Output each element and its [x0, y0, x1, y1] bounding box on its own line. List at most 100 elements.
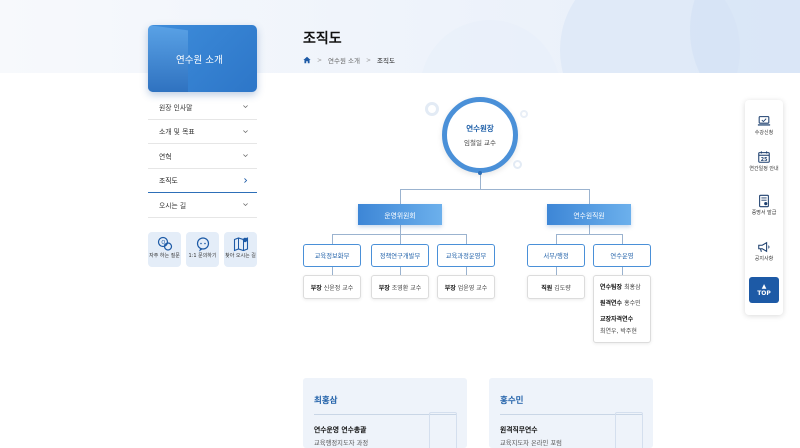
quick-link-directions[interactable]: 찾아 오시는 길: [224, 232, 257, 267]
org-head-node: 연수원장 임철일 교수: [442, 97, 518, 173]
member-card: 부장 신윤정 교수: [303, 275, 361, 299]
connector-line: [589, 225, 590, 234]
floating-quick-menu: 수강신청 25 연간일정 안내 증명서 발급 공지사항 ▲ TOP: [745, 100, 783, 315]
connector-line: [589, 189, 590, 204]
member-role: 교장자격연수: [600, 316, 634, 323]
person-card-decoration: [429, 412, 457, 448]
sidebar-item-greeting[interactable]: 원장 인사말: [148, 95, 257, 120]
connector-line: [556, 267, 557, 275]
map-icon: [233, 237, 248, 252]
sidebar-item-label: 소개 및 목표: [159, 128, 195, 137]
sidebar-item-label: 원장 인사말: [159, 103, 193, 112]
chevron-right-icon: [244, 177, 248, 183]
certificate-icon: [759, 194, 769, 208]
breadcrumb-separator: >: [317, 56, 323, 64]
scroll-top-label: TOP: [757, 289, 771, 297]
member-name: 최홍삼: [624, 284, 641, 291]
dept-staff: 연수원직원: [547, 204, 631, 225]
breadcrumb-separator: >: [366, 56, 372, 64]
chevron-down-icon: [243, 154, 248, 158]
home-icon[interactable]: [303, 56, 311, 64]
member-card: 직원 김도량: [527, 275, 585, 299]
person-card-decoration: [615, 412, 643, 448]
calendar-day: 25: [761, 157, 768, 163]
svg-text:Q: Q: [161, 240, 165, 246]
sidebar-item-intro[interactable]: 소개 및 목표: [148, 120, 257, 144]
member-name: 조영환 교수: [391, 284, 422, 292]
connector-line: [622, 234, 623, 244]
connector-line: [622, 267, 623, 275]
connector-dot: [478, 171, 482, 175]
quick-link-faq[interactable]: Q 자주 하는 질문: [148, 232, 181, 267]
connector-line: [400, 267, 401, 275]
org-head-name: 임철일 교수: [464, 139, 496, 147]
laptop-icon: [757, 116, 771, 126]
connector-line: [400, 189, 590, 190]
hero-decoration: [690, 0, 800, 73]
member-name: 신윤정 교수: [323, 284, 354, 292]
float-item-label: 증명서 발급: [751, 210, 777, 216]
breadcrumb-current: 조직도: [377, 57, 395, 65]
connector-line: [400, 225, 401, 234]
member-role: 원격연수: [600, 300, 623, 307]
sidebar-item-history[interactable]: 연혁: [148, 144, 257, 169]
sidebar-item-org-chart[interactable]: 조직도: [148, 169, 257, 193]
connector-line: [556, 234, 623, 235]
member-card: 부장 조영환 교수: [371, 275, 429, 299]
chevron-down-icon: [243, 105, 248, 109]
hero-decoration: [420, 20, 560, 73]
chevron-down-icon: [243, 129, 248, 133]
float-item-label: 연간일정 안내: [749, 166, 779, 172]
connector-line: [466, 267, 467, 275]
quick-link-label: 자주 하는 질문: [149, 253, 180, 259]
sub-dept-edu-info: 교육정보화부: [303, 244, 361, 267]
sub-dept-admin: 서무/행정: [527, 244, 585, 267]
org-head-title: 연수원장: [466, 124, 494, 133]
connector-line: [332, 234, 333, 244]
connector-line: [556, 234, 557, 244]
person-card: 홍수민 원격직무연수 교육지도자 온라인 포럼: [489, 378, 653, 448]
sidebar-item-label: 오시는 길: [159, 201, 187, 210]
sidebar-menu: 원장 인사말 소개 및 목표 연혁 조직도 오시는 길: [148, 95, 257, 218]
float-item-label: 공지사항: [754, 256, 774, 262]
decoration-ring: [513, 160, 522, 169]
connector-line: [400, 234, 401, 244]
member-block: 교장자격연수최연우, 박주현: [600, 314, 644, 335]
float-item-schedule[interactable]: 25 연간일정 안내: [745, 150, 783, 172]
page-title: 조직도: [303, 31, 342, 47]
sidebar-item-label: 연혁: [159, 152, 172, 161]
sidebar-title: 연수원 소개: [176, 55, 223, 66]
chevron-down-icon: [243, 203, 248, 207]
quick-link-label: 1:1 문의하기: [188, 253, 217, 259]
chat-icon: [196, 237, 209, 252]
float-item-enroll[interactable]: 수강신청: [745, 114, 783, 136]
breadcrumb-item[interactable]: 연수원 소개: [328, 55, 360, 65]
float-item-certificate[interactable]: 증명서 발급: [745, 194, 783, 216]
person-card: 최홍삼 연수운영 연수총괄 교육행정지도자 과정: [303, 378, 467, 448]
calendar-icon: 25: [758, 151, 770, 163]
member-name: 업윤영 교수: [457, 284, 488, 292]
member-card-operations: 연수팀장 최홍삼 원격연수 홍수민 교장자격연수 최연우, 박주현: [593, 275, 651, 343]
breadcrumb: > 연수원 소개 > 조직도: [303, 55, 395, 65]
sidebar-item-label: 조직도: [159, 177, 178, 186]
float-item-label: 수강신청: [754, 130, 774, 136]
member-name: 김도량: [554, 284, 571, 292]
faq-icon: Q: [157, 236, 172, 251]
member-role: 직원: [541, 284, 553, 292]
sub-dept-policy: 정책연구개발부: [371, 244, 429, 267]
quick-link-inquiry[interactable]: 1:1 문의하기: [186, 232, 219, 267]
sidebar-item-directions[interactable]: 오시는 길: [148, 193, 257, 218]
scroll-top-button[interactable]: ▲ TOP: [749, 277, 779, 303]
sub-dept-operations: 연수운영: [593, 244, 651, 267]
connector-line: [466, 234, 467, 244]
megaphone-icon: [758, 241, 770, 253]
sidebar-header: 연수원 소개: [148, 25, 257, 92]
member-name: 홍수민: [624, 300, 641, 307]
float-item-notice[interactable]: 공지사항: [745, 240, 783, 262]
member-role: 부장: [310, 284, 322, 292]
page-hero: [0, 0, 800, 73]
person-name: 홍수민: [500, 396, 524, 406]
member-name: 최연우, 박주현: [600, 328, 637, 335]
member-role: 부장: [378, 284, 390, 292]
member-role: 부장: [444, 284, 456, 292]
